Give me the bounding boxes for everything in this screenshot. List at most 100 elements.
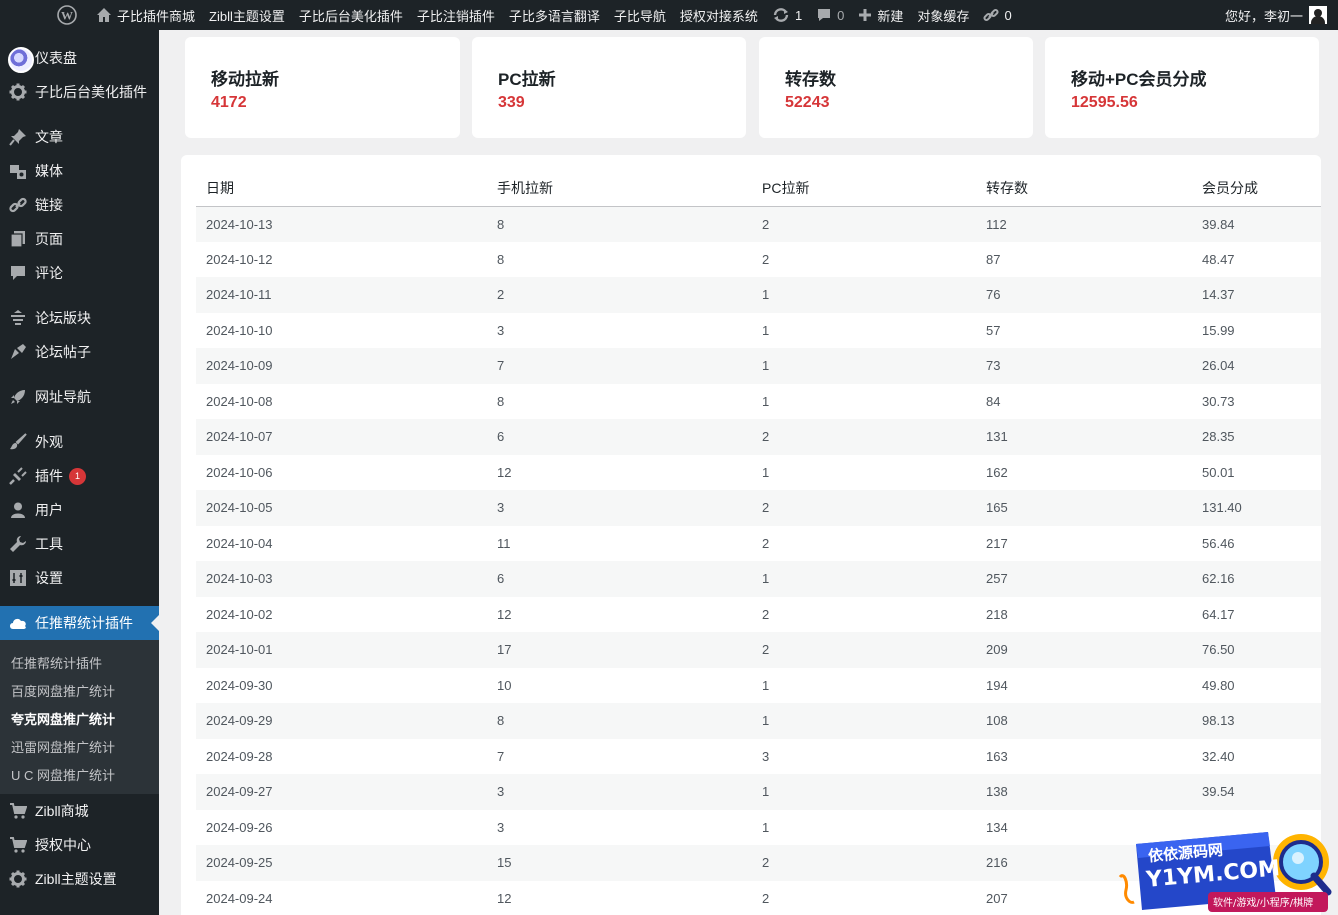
cell-pc: 1 — [762, 348, 986, 384]
sidebar-item-rentuibang[interactable]: 任推帮统计插件 — [0, 606, 159, 640]
sidebar-item-label: 媒体 — [35, 163, 63, 179]
cell-commission: 76.50 — [1202, 632, 1321, 668]
adminbar-item-label: 子比导航 — [613, 8, 666, 24]
cell-mobile: 10 — [497, 677, 512, 693]
sidebar-item-appearance[interactable]: 外观 — [0, 425, 159, 459]
svg-text:W: W — [61, 9, 73, 23]
table-header-row: 日期 手机拉新 PC拉新 转存数 会员分成 — [196, 170, 1321, 207]
plugin-icon — [8, 466, 28, 486]
sidebar-item-comments[interactable]: 评论 — [0, 256, 159, 290]
sidebar-item-dashboard[interactable]: 仪表盘 — [0, 41, 159, 75]
adminbar-logout-plugin[interactable]: 子比注销插件 — [410, 0, 502, 30]
cell-pc: 2 — [762, 632, 986, 668]
stat-value: 12595.56 — [1071, 94, 1138, 111]
table-row: 2024-10-04 11 2 217 56.46 — [196, 526, 1321, 562]
sidebar-item-users[interactable]: 用户 — [0, 493, 159, 527]
cell-mobile: 7 — [497, 348, 762, 384]
sidebar-item-links[interactable]: 链接 — [0, 188, 159, 222]
sidebar-item-beautify[interactable]: 子比后台美化插件 — [0, 75, 159, 109]
table-row: 2024-09-28 7 3 163 32.40 — [196, 739, 1321, 775]
cell-mobile: 3 — [497, 322, 505, 338]
wordpress-logo-icon[interactable]: W — [0, 0, 89, 30]
cell-commission: 26.04 — [1202, 348, 1321, 384]
adminbar-beautify-plugin[interactable]: 子比后台美化插件 — [292, 0, 410, 30]
sidebar-item-zibll-settings[interactable]: Zibll主题设置 — [0, 862, 159, 896]
cell-commission: 64.17 — [1202, 606, 1235, 622]
cell-commission: 30.73 — [1202, 393, 1235, 409]
adminbar-updates[interactable]: 1 — [765, 0, 809, 30]
stats-table: 日期 手机拉新 PC拉新 转存数 会员分成 2024-10-13 8 2 112 39.… — [196, 170, 1321, 915]
submenu-item-quark[interactable]: 夸克网盘推广统计 — [0, 704, 159, 732]
adminbar-links[interactable]: 0 — [976, 0, 1018, 30]
cell-saves: 112 — [986, 206, 1202, 242]
cell-saves: 165 — [986, 490, 1202, 526]
adminbar-item-label: 子比注销插件 — [416, 8, 495, 24]
adminbar-object-cache[interactable]: 对象缓存 — [910, 0, 976, 30]
cell-pc: 1 — [762, 464, 770, 480]
cell-mobile: 8 — [497, 703, 762, 739]
sidebar-item-plugins[interactable]: 插件 1 — [0, 459, 159, 493]
adminbar-comments[interactable]: 0 — [809, 0, 851, 30]
sidebar-item-auth-center[interactable]: 授权中心 — [0, 828, 159, 862]
adminbar-new-label: 新建 — [877, 8, 904, 24]
sidebar-submenu: 任推帮统计插件 百度网盘推广统计 夸克网盘推广统计 迅雷网盘推广统计 U C 网… — [0, 640, 159, 794]
cell-saves: 73 — [986, 348, 1202, 384]
table-row: 2024-10-13 8 2 112 39.84 — [196, 206, 1321, 242]
cell-saves: 162 — [986, 464, 1008, 480]
stat-card-mobile: 移动拉新 4172 — [185, 37, 460, 138]
sidebar-item-tools[interactable]: 工具 — [0, 527, 159, 561]
sidebar-item-label: 论坛帖子 — [35, 344, 91, 360]
cell-saves: 194 — [986, 677, 1008, 693]
submenu-item-baidu[interactable]: 百度网盘推广统计 — [0, 676, 159, 704]
admin-bar: W 子比插件商城 Zibll主题设置 子比后台美化插件 子比注销插件 子比多语言… — [0, 0, 1338, 30]
stat-value: 52243 — [785, 94, 830, 111]
sidebar-item-pages[interactable]: 页面 — [0, 222, 159, 256]
sidebar-item-forum-sections[interactable]: 论坛版块 — [0, 301, 159, 335]
cell-date: 2024-10-07 — [196, 419, 497, 455]
adminbar-site-link[interactable]: 子比插件商城 — [89, 0, 202, 30]
admin-sidebar: 仪表盘 子比后台美化插件 文章 媒体 链接 页面 评论 论坛版块 论坛帖子 网址… — [0, 30, 159, 915]
table-row: 2024-09-29 8 1 108 98.13 — [196, 703, 1321, 739]
table-row: 2024-10-02 12 2 218 64.17 — [196, 597, 1321, 633]
sidebar-item-settings[interactable]: 设置 — [0, 561, 159, 595]
sidebar-item-zibll-shop[interactable]: Zibll商城 — [0, 794, 159, 828]
sidebar-item-forum-posts[interactable]: 论坛帖子 — [0, 335, 159, 369]
col-header-saves: 转存数 — [986, 170, 1202, 207]
cell-saves: 87 — [986, 251, 1001, 267]
cell-date: 2024-09-24 — [206, 890, 273, 906]
cell-saves: 218 — [986, 606, 1008, 622]
table-row: 2024-10-07 6 2 131 28.35 — [196, 419, 1321, 455]
sidebar-item-url-nav[interactable]: 网址导航 — [0, 380, 159, 414]
cell-pc: 1 — [762, 277, 986, 313]
submenu-item-uc[interactable]: U C 网盘推广统计 — [0, 760, 159, 788]
submenu-item-main[interactable]: 任推帮统计插件 — [0, 648, 159, 676]
cell-date: 2024-09-27 — [196, 774, 497, 810]
cell-saves: 76 — [986, 277, 1202, 313]
sidebar-item-media[interactable]: 媒体 — [0, 154, 159, 188]
adminbar-translate[interactable]: 子比多语言翻译 — [502, 0, 607, 30]
cell-date: 2024-10-08 — [206, 393, 273, 409]
stat-label: 移动+PC会员分成 — [1071, 70, 1207, 89]
sidebar-item-posts[interactable]: 文章 — [0, 120, 159, 154]
cell-date: 2024-10-05 — [196, 490, 497, 526]
adminbar-zibll-settings[interactable]: Zibll主题设置 — [202, 0, 292, 30]
rocket-icon — [8, 387, 28, 407]
cell-date: 2024-10-11 — [196, 277, 497, 313]
cell-date: 2024-10-12 — [206, 251, 273, 267]
col-header-pc: PC拉新 — [762, 170, 986, 207]
table-row: 2024-10-05 3 2 165 131.40 — [196, 490, 1321, 526]
table-row: 2024-10-06 12 1 162 50.01 — [196, 455, 1321, 491]
submenu-item-xunlei[interactable]: 迅雷网盘推广统计 — [0, 732, 159, 760]
refresh-icon — [772, 7, 790, 23]
sidebar-item-label: 文章 — [35, 129, 63, 145]
sidebar-item-label: 工具 — [35, 536, 63, 552]
adminbar-account[interactable]: 您好，李初一 — [1218, 0, 1334, 30]
adminbar-auth-system[interactable]: 授权对接系统 — [673, 0, 765, 30]
sidebar-item-label: 授权中心 — [35, 837, 91, 853]
adminbar-nav[interactable]: 子比导航 — [607, 0, 673, 30]
watermark-logo: 依依源码网 Y1YM.COM 软件/游戏/小程序/棋牌 — [1118, 822, 1338, 915]
adminbar-item-label: 子比后台美化插件 — [298, 8, 403, 24]
comment-icon — [816, 7, 832, 23]
cell-mobile: 3 — [497, 774, 762, 810]
adminbar-new[interactable]: 新建 — [851, 0, 910, 30]
